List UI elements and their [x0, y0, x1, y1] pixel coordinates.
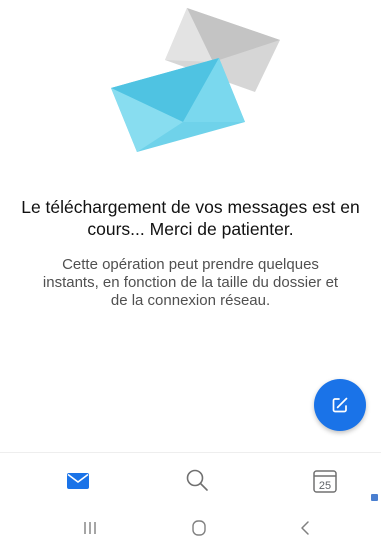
compose-icon — [332, 397, 348, 413]
home-icon — [192, 520, 206, 536]
home-button[interactable] — [179, 516, 219, 540]
back-icon — [301, 521, 309, 535]
back-button[interactable] — [285, 516, 325, 540]
edge-panel-handle-icon[interactable] — [370, 493, 379, 502]
loading-headline: Le téléchargement de vos messages est en… — [21, 197, 360, 239]
nav-search[interactable] — [177, 463, 217, 499]
calendar-day-number: 25 — [318, 480, 332, 492]
calendar-icon-wrap: 25 — [311, 467, 339, 495]
compose-button[interactable] — [314, 379, 366, 431]
bottom-navigation: 25 — [0, 452, 381, 513]
recent-apps-icon — [84, 522, 96, 534]
envelopes-illustration — [111, 8, 280, 152]
nav-calendar[interactable]: 25 — [305, 463, 345, 499]
system-navigation-bar — [0, 512, 381, 544]
recent-apps-button[interactable] — [70, 516, 110, 540]
nav-mail[interactable] — [58, 463, 98, 499]
mail-icon — [67, 473, 89, 489]
loading-description: Cette opération peut prendre quelques in… — [42, 256, 339, 309]
search-icon — [186, 469, 208, 491]
screen: Le téléchargement de vos messages est en… — [0, 0, 381, 544]
